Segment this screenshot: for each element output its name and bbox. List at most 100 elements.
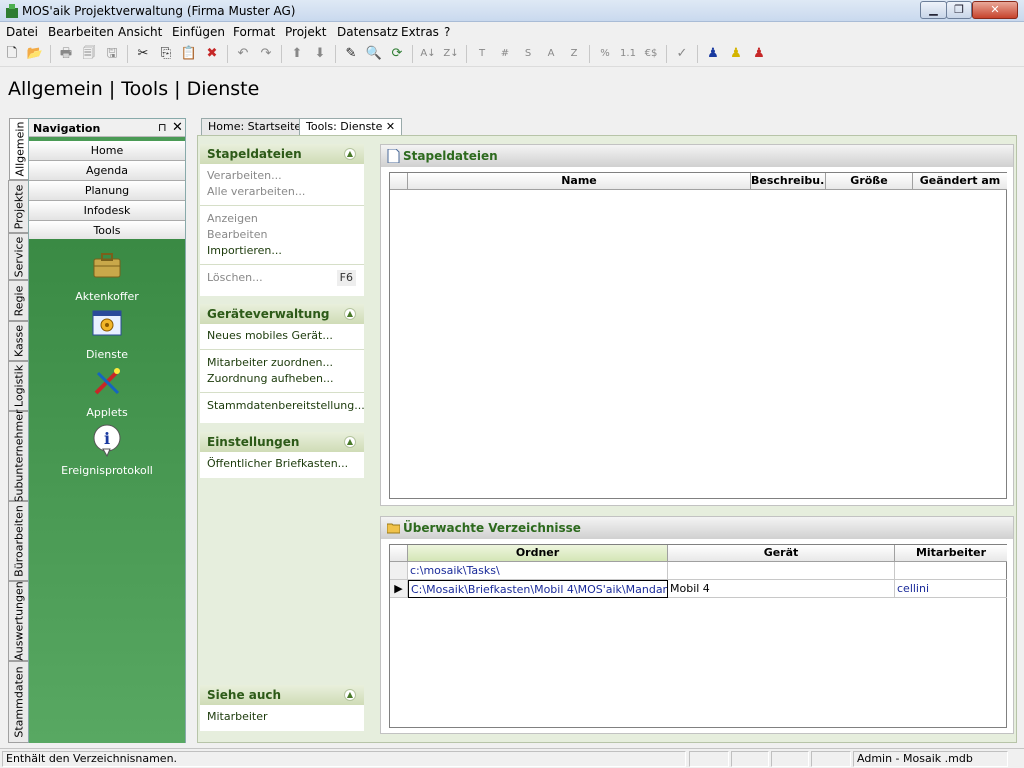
- paste-icon[interactable]: 📋: [179, 44, 199, 64]
- new-icon[interactable]: 🗋: [2, 44, 22, 64]
- cell-geraet[interactable]: Mobil 4: [668, 580, 895, 598]
- check-icon[interactable]: ✓: [672, 44, 692, 64]
- column-header-beschreibung[interactable]: Beschreibu...: [751, 173, 826, 190]
- collapse-icon[interactable]: ▲: [344, 308, 356, 320]
- row-selector[interactable]: [390, 562, 408, 580]
- task-anzeigen[interactable]: Anzeigen: [207, 211, 364, 227]
- nav-button-tools[interactable]: Tools: [29, 221, 185, 241]
- menu-projekt[interactable]: Projekt: [285, 25, 326, 39]
- module-tab-auswertungen[interactable]: Auswertungen: [8, 581, 28, 661]
- module-tab-projekte[interactable]: Projekte: [8, 180, 28, 233]
- task-loeschen[interactable]: Löschen... F6: [207, 270, 364, 286]
- edit-icon[interactable]: ✎: [341, 44, 361, 64]
- module-tab-kasse[interactable]: Kasse: [8, 321, 28, 361]
- module-tab-logistik[interactable]: Logistik: [8, 361, 28, 411]
- tab-tools-dienste[interactable]: Tools: Dienste ✕: [299, 118, 403, 136]
- app-icon[interactable]: [4, 3, 20, 19]
- tab-home-startseite[interactable]: Home: Startseite: [201, 118, 309, 136]
- collapse-icon[interactable]: ▲: [344, 436, 356, 448]
- verzeichnisse-grid[interactable]: Ordner Gerät Mitarbeiter c:\mosaik\Tasks…: [389, 544, 1007, 728]
- column-header-geaendert[interactable]: Geändert am: [913, 173, 1007, 190]
- collapse-icon[interactable]: ▲: [344, 689, 356, 701]
- user-red-icon[interactable]: ♟: [749, 44, 769, 64]
- sort-desc-icon[interactable]: Z↓: [441, 44, 461, 64]
- menu-einfuegen[interactable]: Einfügen: [172, 25, 225, 39]
- column-header-name[interactable]: Name: [408, 173, 751, 190]
- save-icon[interactable]: 🖫: [102, 44, 122, 64]
- nav-button-home[interactable]: Home: [29, 141, 185, 161]
- task-neues-geraet[interactable]: Neues mobiles Gerät...: [207, 328, 364, 344]
- user-blue-icon[interactable]: ♟: [703, 44, 723, 64]
- undo-icon[interactable]: ↶: [233, 44, 253, 64]
- decimal-icon[interactable]: 1.1: [618, 44, 638, 64]
- menu-extras[interactable]: Extras: [401, 25, 439, 39]
- cell-ordner[interactable]: C:\Mosaik\Briefkasten\Mobil 4\MOS'aik\Ma…: [408, 580, 668, 598]
- module-tab-broarbeiten[interactable]: Büroarbeiten: [8, 501, 28, 581]
- nav-item-aktenkoffer[interactable]: Aktenkoffer: [29, 249, 185, 303]
- format-t-icon[interactable]: T: [472, 44, 492, 64]
- task-briefkasten[interactable]: Öffentlicher Briefkasten...: [207, 456, 364, 472]
- minimize-button[interactable]: ▁: [920, 1, 947, 19]
- format-z-icon[interactable]: Z: [564, 44, 584, 64]
- nav-button-infodesk[interactable]: Infodesk: [29, 201, 185, 221]
- column-header-groesse[interactable]: Größe: [826, 173, 913, 190]
- preview-icon[interactable]: 🗐: [79, 44, 99, 64]
- cell-geraet[interactable]: [668, 562, 895, 580]
- find-icon[interactable]: 🔍: [364, 44, 384, 64]
- cut-icon[interactable]: ✂: [133, 44, 153, 64]
- task-group-header[interactable]: Stapeldateien ▲: [200, 144, 364, 164]
- format-hash-icon[interactable]: #: [495, 44, 515, 64]
- task-group-header[interactable]: Einstellungen ▲: [200, 432, 364, 452]
- print-icon[interactable]: 🖶: [56, 44, 76, 64]
- nav-item-ereignisprotokoll[interactable]: i Ereignisprotokoll: [29, 423, 185, 477]
- pin-icon[interactable]: ⊓: [158, 121, 167, 134]
- tab-close-icon[interactable]: ✕: [386, 120, 395, 133]
- cell-mitarbeiter[interactable]: [895, 562, 1007, 580]
- task-verarbeiten[interactable]: Verarbeiten...: [207, 168, 364, 184]
- format-s-icon[interactable]: S: [518, 44, 538, 64]
- cell-mitarbeiter[interactable]: cellini: [895, 580, 1007, 598]
- format-a-icon[interactable]: A: [541, 44, 561, 64]
- task-stammdatenbereitstellung[interactable]: Stammdatenbereitstellung...: [207, 398, 365, 414]
- task-mitarbeiter[interactable]: Mitarbeiter: [207, 709, 364, 725]
- close-button[interactable]: ✕: [972, 1, 1018, 19]
- menu-bearbeiten[interactable]: Bearbeiten: [48, 25, 114, 39]
- open-icon[interactable]: 📂: [25, 44, 45, 64]
- column-header-geraet[interactable]: Gerät: [668, 545, 895, 562]
- menu-format[interactable]: Format: [233, 25, 275, 39]
- column-header-mitarbeiter[interactable]: Mitarbeiter: [895, 545, 1007, 562]
- currency-icon[interactable]: €$: [641, 44, 661, 64]
- module-tab-regie[interactable]: Regie: [8, 280, 28, 321]
- nav-button-planung[interactable]: Planung: [29, 181, 185, 201]
- task-group-header[interactable]: Siehe auch ▲: [200, 685, 364, 705]
- module-tab-stammdaten[interactable]: Stammdaten: [8, 661, 28, 743]
- module-tab-subunternehmer[interactable]: Subunternehmer: [8, 409, 28, 503]
- task-alle-verarbeiten[interactable]: Alle verarbeiten...: [207, 184, 364, 200]
- menu-help[interactable]: ?: [444, 25, 450, 39]
- sort-asc-icon[interactable]: A↓: [418, 44, 438, 64]
- menu-datei[interactable]: Datei: [6, 25, 38, 39]
- task-importieren[interactable]: Importieren...: [207, 243, 364, 259]
- stapeldateien-grid[interactable]: Name Beschreibu... Größe Geändert am: [389, 172, 1007, 499]
- menu-datensatz[interactable]: Datensatz: [337, 25, 398, 39]
- down-icon[interactable]: ⬇: [310, 44, 330, 64]
- task-zuordnung-aufheben[interactable]: Zuordnung aufheben...: [207, 371, 364, 387]
- nav-item-dienste[interactable]: Dienste: [29, 307, 185, 361]
- copy-icon[interactable]: ⎘: [156, 44, 176, 64]
- column-header-ordner[interactable]: Ordner: [408, 545, 668, 562]
- nav-button-agenda[interactable]: Agenda: [29, 161, 185, 181]
- navigation-close-icon[interactable]: ✕: [172, 120, 183, 135]
- task-group-header[interactable]: Geräteverwaltung ▲: [200, 304, 364, 324]
- maximize-button[interactable]: ❐: [946, 1, 972, 19]
- nav-item-applets[interactable]: Applets: [29, 365, 185, 419]
- delete-icon[interactable]: ✖: [202, 44, 222, 64]
- redo-icon[interactable]: ↷: [256, 44, 276, 64]
- menu-ansicht[interactable]: Ansicht: [118, 25, 162, 39]
- task-bearbeiten[interactable]: Bearbeiten: [207, 227, 364, 243]
- up-icon[interactable]: ⬆: [287, 44, 307, 64]
- user-yellow-icon[interactable]: ♟: [726, 44, 746, 64]
- percent-icon[interactable]: %: [595, 44, 615, 64]
- module-tab-service[interactable]: Service: [8, 233, 28, 280]
- cell-ordner[interactable]: c:\mosaik\Tasks\: [408, 562, 668, 580]
- module-tab-allgemein[interactable]: Allgemein: [9, 118, 29, 180]
